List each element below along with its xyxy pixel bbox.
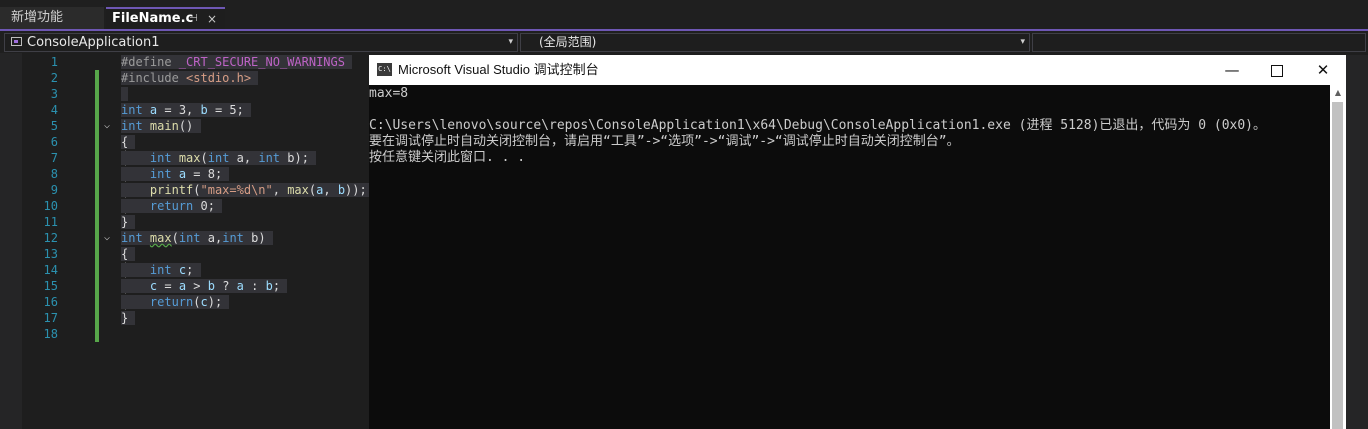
- maximize-icon: [1271, 64, 1283, 77]
- chevron-down-icon: ▾: [508, 37, 513, 47]
- document-tab-strip: 新增功能 FileName.c ⊣ ×: [0, 0, 1368, 30]
- maximize-button[interactable]: [1254, 55, 1300, 85]
- line-number: 5: [50, 119, 58, 133]
- console-title: Microsoft Visual Studio 调试控制台: [398, 62, 599, 77]
- line-number: 3: [50, 87, 58, 101]
- code-line: #define _CRT_SECURE_NO_WARNINGS: [121, 54, 353, 70]
- debug-console-window[interactable]: C:\ Microsoft Visual Studio 调试控制台 — ✕ ma…: [369, 55, 1346, 429]
- line-number: 4: [50, 103, 58, 117]
- project-dropdown[interactable]: ConsoleApplication1 ▾: [4, 33, 518, 52]
- line-number: 18: [43, 327, 58, 341]
- code-editor[interactable]: 1 2 3 4 5 6 7 8 9 10 11 12 13 14 15 16 1…: [0, 53, 374, 429]
- code-line: return 0;: [121, 198, 223, 214]
- tab-filename-c[interactable]: FileName.c ⊣ ×: [106, 7, 225, 29]
- console-line: C:\Users\lenovo\source\repos\ConsoleAppl…: [369, 118, 1267, 133]
- line-number: 7: [50, 151, 58, 165]
- code-line: {: [121, 247, 136, 261]
- console-output[interactable]: max=8 C:\Users\lenovo\source\repos\Conso…: [369, 85, 1330, 429]
- console-scrollbar[interactable]: ▲: [1330, 85, 1346, 429]
- line-number: 16: [43, 295, 58, 309]
- code-line: int max(int a,int b): [121, 231, 273, 245]
- code-line: return(c);: [121, 294, 230, 310]
- line-number: 11: [43, 215, 58, 229]
- project-name: ConsoleApplication1: [27, 35, 160, 50]
- line-number: 14: [43, 263, 58, 277]
- editor-left-margin: [0, 53, 22, 429]
- code-line: int c;: [121, 262, 201, 278]
- line-number: 1: [50, 55, 58, 69]
- change-indicator-bar: [95, 70, 99, 342]
- project-icon: [11, 37, 22, 46]
- code-line: int a = 8;: [121, 166, 230, 182]
- scope-name: (全局范围): [539, 35, 597, 49]
- console-title-bar[interactable]: C:\ Microsoft Visual Studio 调试控制台 — ✕: [369, 55, 1346, 85]
- line-number: 9: [50, 183, 58, 197]
- code-line: int main(): [121, 119, 201, 133]
- navigation-bar: ConsoleApplication1 ▾ (全局范围) ▾: [0, 31, 1368, 53]
- close-button[interactable]: ✕: [1300, 55, 1346, 85]
- console-app-icon: C:\: [377, 63, 392, 76]
- close-icon[interactable]: ×: [207, 9, 217, 29]
- console-line: max=8: [369, 86, 409, 101]
- line-number: 6: [50, 135, 58, 149]
- line-number: 8: [50, 167, 58, 181]
- line-number: 12: [43, 231, 58, 245]
- code-line: int max(int a, int b);: [121, 150, 317, 166]
- editor-right-margin: [1346, 55, 1368, 429]
- code-line: #include <stdio.h>: [121, 70, 259, 86]
- scroll-up-icon[interactable]: ▲: [1330, 85, 1346, 101]
- scroll-thumb[interactable]: [1332, 102, 1343, 429]
- line-number: 2: [50, 71, 58, 85]
- code-line: [121, 86, 129, 102]
- minimize-button[interactable]: —: [1209, 55, 1255, 85]
- code-line: printf("max=%d\n", max(a, b));: [121, 182, 374, 198]
- scope-dropdown[interactable]: (全局范围) ▾: [520, 33, 1030, 52]
- line-number: 13: [43, 247, 58, 261]
- fold-icon[interactable]: ⌵: [101, 118, 113, 134]
- member-dropdown[interactable]: [1032, 33, 1366, 52]
- code-line: int a = 3, b = 5;: [121, 103, 252, 117]
- line-number: 15: [43, 279, 58, 293]
- code-line: }: [121, 215, 136, 229]
- tab-label: 新增功能: [11, 10, 64, 25]
- code-line: {: [121, 135, 136, 149]
- chevron-down-icon: ▾: [1020, 37, 1025, 47]
- code-line: }: [121, 311, 136, 325]
- console-line: 要在调试停止时自动关闭控制台，请启用“工具”->“选项”->“调试”->“调试停…: [369, 134, 960, 149]
- console-line: 按任意键关闭此窗口. . .: [369, 150, 526, 165]
- tab-label: FileName.c: [112, 11, 194, 26]
- line-number: 10: [43, 199, 58, 213]
- code-line: c = a > b ? a : b;: [121, 278, 288, 294]
- tab-whats-new[interactable]: 新增功能: [0, 7, 104, 29]
- pin-icon[interactable]: ⊣: [189, 9, 198, 29]
- line-number: 17: [43, 311, 58, 325]
- fold-icon[interactable]: ⌵: [101, 230, 113, 246]
